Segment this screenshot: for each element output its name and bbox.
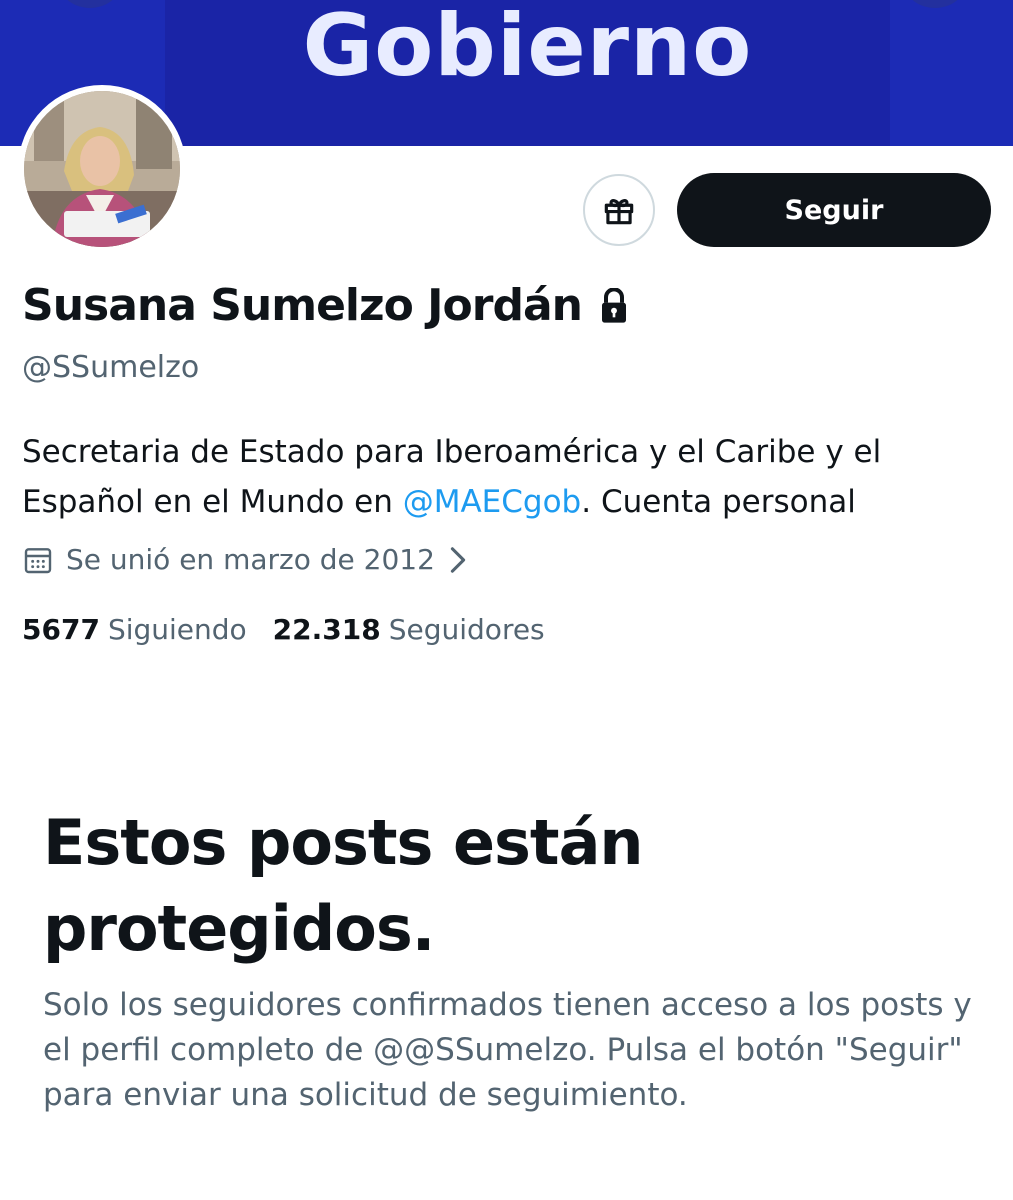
lock-icon [598, 286, 630, 328]
profile-bio: Secretaria de Estado para Iberoamérica y… [22, 427, 982, 527]
followers-label: Seguidores [388, 613, 545, 646]
following-link[interactable]: 5677 Siguiendo [22, 613, 247, 646]
protected-posts-title: Estos posts están protegidos. [43, 806, 644, 965]
chevron-right-icon [449, 546, 467, 574]
gift-icon [604, 199, 634, 225]
profile-handle: @SSumelzo [22, 350, 200, 385]
display-name: Susana Sumelzo Jordán [22, 280, 583, 331]
banner-text: Gobierno [302, 0, 753, 96]
profile-stats: 5677 Siguiendo 22.318 Seguidores [22, 613, 545, 646]
followers-count: 22.318 [272, 613, 381, 646]
following-label: Siguiendo [107, 613, 247, 646]
banner-panel: Gobierno [165, 0, 890, 146]
join-date[interactable]: Se unió en marzo de 2012 [22, 543, 467, 576]
protected-posts-text: Solo los seguidores confirmados tienen a… [43, 987, 972, 1113]
profile-name-row: Susana Sumelzo Jordán [22, 280, 630, 331]
avatar-photo [24, 91, 180, 247]
avatar[interactable] [18, 85, 186, 253]
bio-mention-link[interactable]: @MAECgob [403, 484, 582, 520]
banner-shape [905, 0, 965, 8]
avatar-image [24, 91, 180, 247]
calendar-icon [22, 544, 54, 576]
follow-button[interactable]: Seguir [677, 173, 991, 247]
banner-shape [60, 0, 120, 8]
following-count: 5677 [22, 613, 100, 646]
gift-button[interactable] [583, 174, 655, 246]
join-date-text: Se unió en marzo de 2012 [66, 543, 435, 576]
bio-text-end: . Cuenta personal [581, 484, 856, 520]
followers-link[interactable]: 22.318 Seguidores [273, 613, 545, 646]
